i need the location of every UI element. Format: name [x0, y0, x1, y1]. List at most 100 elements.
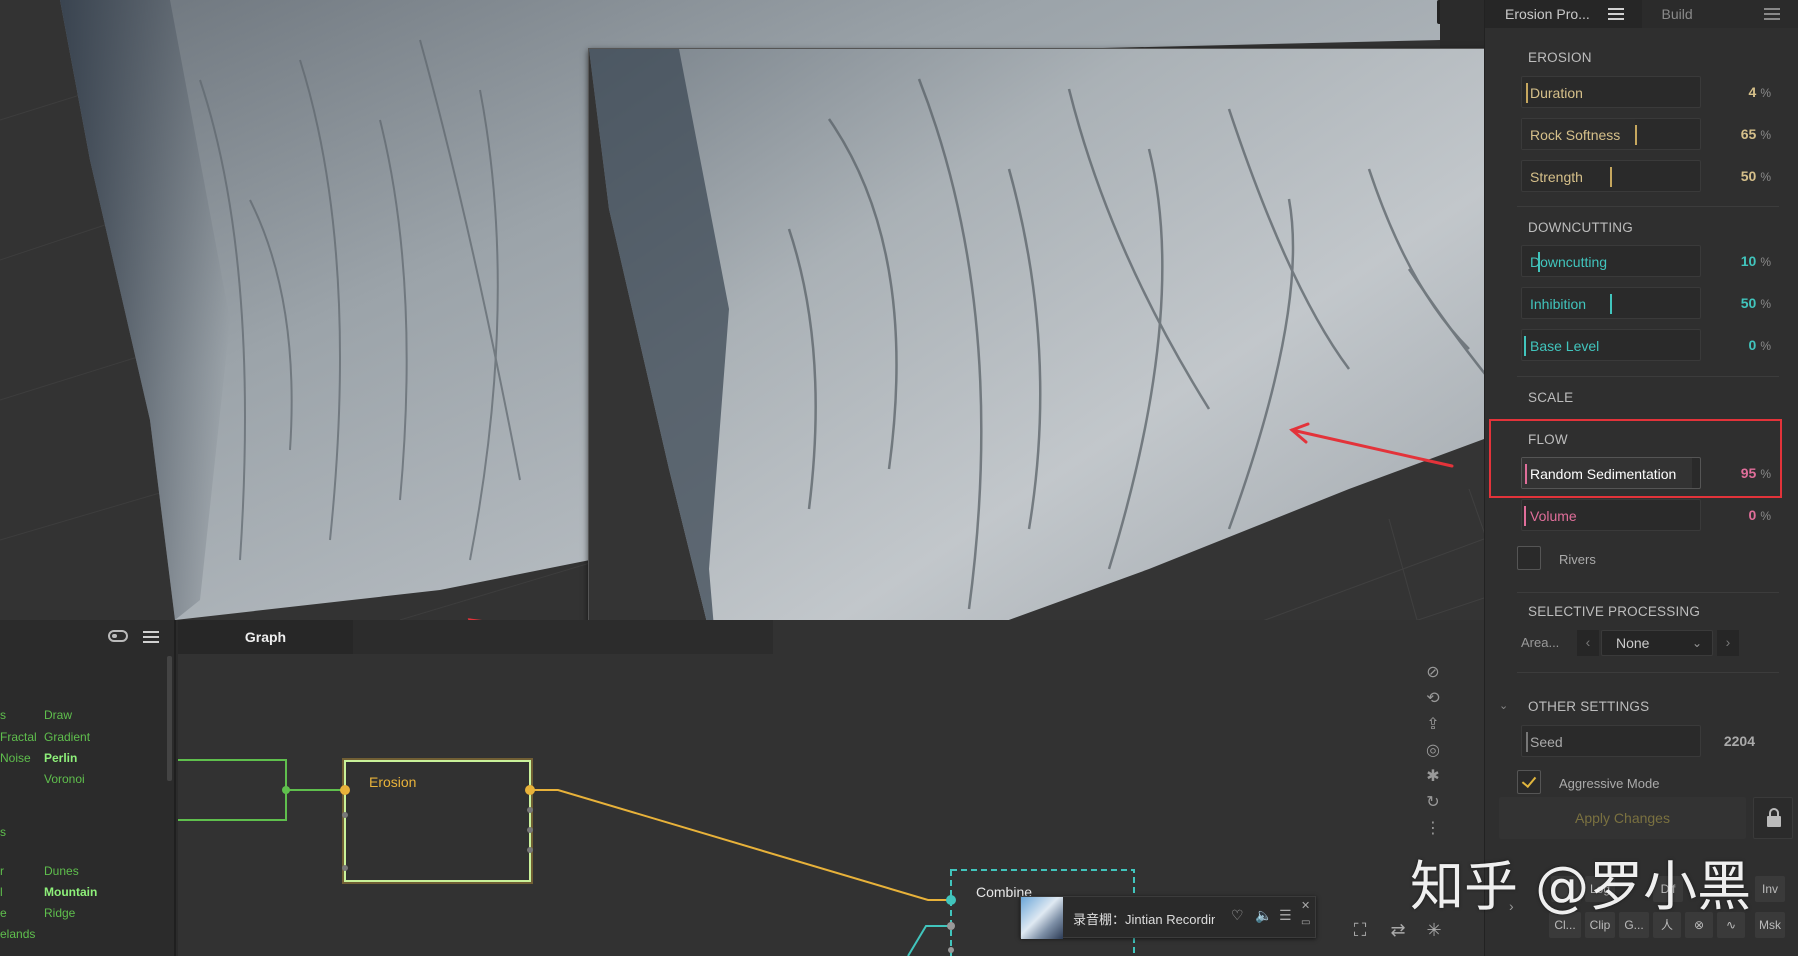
- section-other-settings[interactable]: OTHER SETTINGS: [1528, 699, 1649, 714]
- library-item-mountain[interactable]: Mountain: [44, 885, 97, 899]
- minimize-icon[interactable]: ▭: [1301, 917, 1310, 928]
- tab-build-label: Build: [1661, 6, 1693, 22]
- section-scale[interactable]: SCALE: [1528, 390, 1573, 405]
- apply-changes-button[interactable]: Apply Changes: [1499, 797, 1746, 839]
- library-item-dunes[interactable]: Dunes: [44, 864, 79, 878]
- chevron-down-icon: ⌄: [1691, 636, 1702, 650]
- rivers-checkbox[interactable]: [1517, 546, 1541, 570]
- wire-green-junction: [282, 786, 290, 794]
- lock-button[interactable]: [1753, 797, 1793, 839]
- rock-softness-slider[interactable]: Rock Softness: [1521, 118, 1701, 150]
- section-downcutting[interactable]: DOWNCUTTING: [1528, 220, 1633, 235]
- close-icon[interactable]: ✕: [1301, 899, 1310, 912]
- base-level-slider[interactable]: Base Level: [1521, 329, 1701, 361]
- tab-erosion-label: Erosion Pro...: [1505, 6, 1590, 22]
- volume-slider[interactable]: Volume: [1521, 499, 1701, 531]
- annotation-arrow-right: [1290, 428, 1454, 468]
- heart-icon[interactable]: ♡: [1231, 907, 1244, 924]
- downcutting-slider[interactable]: Downcutting: [1521, 245, 1701, 277]
- target-icon[interactable]: ◎: [1423, 740, 1443, 760]
- album-cover[interactable]: [1021, 897, 1063, 939]
- library-item[interactable]: l: [0, 885, 3, 899]
- msk-button[interactable]: Msk: [1755, 912, 1785, 938]
- rock-softness-label: Rock Softness: [1530, 127, 1621, 143]
- erosion-node-title[interactable]: Erosion: [369, 774, 416, 790]
- wire-green-upper: [178, 759, 298, 791]
- strength-value[interactable]: 50%: [1721, 168, 1771, 184]
- seed-field[interactable]: Seed: [1521, 725, 1701, 757]
- base-level-cursor: [1524, 336, 1526, 356]
- library-item[interactable]: s: [0, 708, 6, 722]
- divider: [1517, 672, 1779, 673]
- combine-input-port-3: [948, 947, 954, 953]
- library-item-gradient[interactable]: Gradient: [44, 730, 90, 744]
- downcutting-label: Downcutting: [1530, 254, 1608, 270]
- erosion-input-port-2: [342, 812, 348, 818]
- base-level-value[interactable]: 0%: [1721, 337, 1771, 353]
- toggle-view-icon[interactable]: [108, 630, 128, 642]
- volume-icon[interactable]: 🔈: [1255, 907, 1272, 924]
- erosion-output-port-3: [527, 827, 533, 833]
- aperture-icon[interactable]: ✱: [1423, 766, 1443, 786]
- library-item-perlin[interactable]: Perlin: [44, 751, 77, 765]
- seed-value[interactable]: 2204: [1705, 733, 1755, 749]
- refresh-icon[interactable]: ⟲: [1423, 688, 1443, 708]
- inhibition-value[interactable]: 50%: [1721, 295, 1771, 311]
- duration-value[interactable]: 4%: [1721, 84, 1771, 100]
- tab-menu-icon[interactable]: [1607, 8, 1624, 20]
- duration-cursor: [1526, 83, 1528, 103]
- rock-softness-cursor: [1635, 125, 1637, 145]
- layout-icon[interactable]: ✳: [1422, 920, 1446, 944]
- rock-softness-value[interactable]: 65%: [1721, 126, 1771, 142]
- library-item[interactable]: e: [0, 906, 7, 920]
- properties-tabbar: Erosion Pro... Build: [1485, 0, 1798, 28]
- library-item[interactable]: s: [0, 825, 6, 839]
- combine-input-port-2: [947, 922, 955, 930]
- area-next-button[interactable]: ›: [1717, 630, 1739, 656]
- library-item[interactable]: elands: [0, 927, 35, 941]
- inhibition-slider[interactable]: Inhibition: [1521, 287, 1701, 319]
- collapse-chevron-icon[interactable]: ⌄: [1499, 699, 1508, 712]
- base-level-label: Base Level: [1530, 338, 1600, 354]
- duration-slider[interactable]: Duration: [1521, 76, 1701, 108]
- library-menu-icon[interactable]: [143, 631, 159, 643]
- strength-label: Strength: [1530, 169, 1583, 185]
- node-library-panel: s Fractal Noise s r l e elands Draw Grad…: [0, 620, 176, 956]
- divider: [1517, 206, 1779, 207]
- export-icon[interactable]: ⇪: [1423, 714, 1443, 734]
- library-item[interactable]: r: [0, 864, 4, 878]
- watermark: 知乎 @罗小黑: [1410, 855, 1752, 918]
- wire-teal: [907, 925, 951, 956]
- rotate-icon[interactable]: ↻: [1423, 792, 1443, 812]
- tab-erosion-properties[interactable]: Erosion Pro...: [1485, 0, 1642, 28]
- frame-all-icon[interactable]: ⛶: [1348, 920, 1372, 944]
- annotation-highlight-box: [1489, 419, 1782, 498]
- library-scrollbar[interactable]: [167, 656, 172, 781]
- erosion-output-port: [525, 785, 535, 795]
- area-dropdown[interactable]: None ⌄: [1601, 630, 1713, 656]
- sync-icon[interactable]: ⇄: [1386, 920, 1410, 944]
- track-title[interactable]: 录音棚：Jintian Recording: [1073, 909, 1215, 928]
- area-prev-button[interactable]: ‹: [1577, 630, 1599, 656]
- library-item[interactable]: Noise: [0, 751, 31, 765]
- disable-icon[interactable]: ⊘: [1423, 662, 1443, 682]
- strength-slider[interactable]: Strength: [1521, 160, 1701, 192]
- more-icon[interactable]: ⋮: [1423, 818, 1443, 838]
- tab-build[interactable]: Build: [1641, 0, 1798, 28]
- section-erosion[interactable]: EROSION: [1528, 50, 1592, 65]
- library-item[interactable]: Fractal: [0, 730, 37, 744]
- playlist-icon[interactable]: ☰: [1279, 907, 1292, 924]
- erosion-input-port: [340, 785, 350, 795]
- library-item-voronoi[interactable]: Voronoi: [44, 772, 85, 786]
- music-player[interactable]: 录音棚：Jintian Recording ♡ 🔈 ☰ ✕ ▭: [1020, 896, 1316, 939]
- erosion-output-port-4: [527, 847, 533, 853]
- aggressive-mode-checkbox[interactable]: [1517, 770, 1541, 794]
- volume-value[interactable]: 0%: [1721, 507, 1771, 523]
- inv-button[interactable]: Inv: [1755, 876, 1785, 902]
- library-item-draw[interactable]: Draw: [44, 708, 72, 722]
- library-item-ridge[interactable]: Ridge: [44, 906, 75, 920]
- erosion-input-port-3: [342, 865, 348, 871]
- downcutting-value[interactable]: 10%: [1721, 253, 1771, 269]
- build-menu-icon[interactable]: [1764, 8, 1780, 20]
- section-selective-processing[interactable]: SELECTIVE PROCESSING: [1528, 604, 1700, 619]
